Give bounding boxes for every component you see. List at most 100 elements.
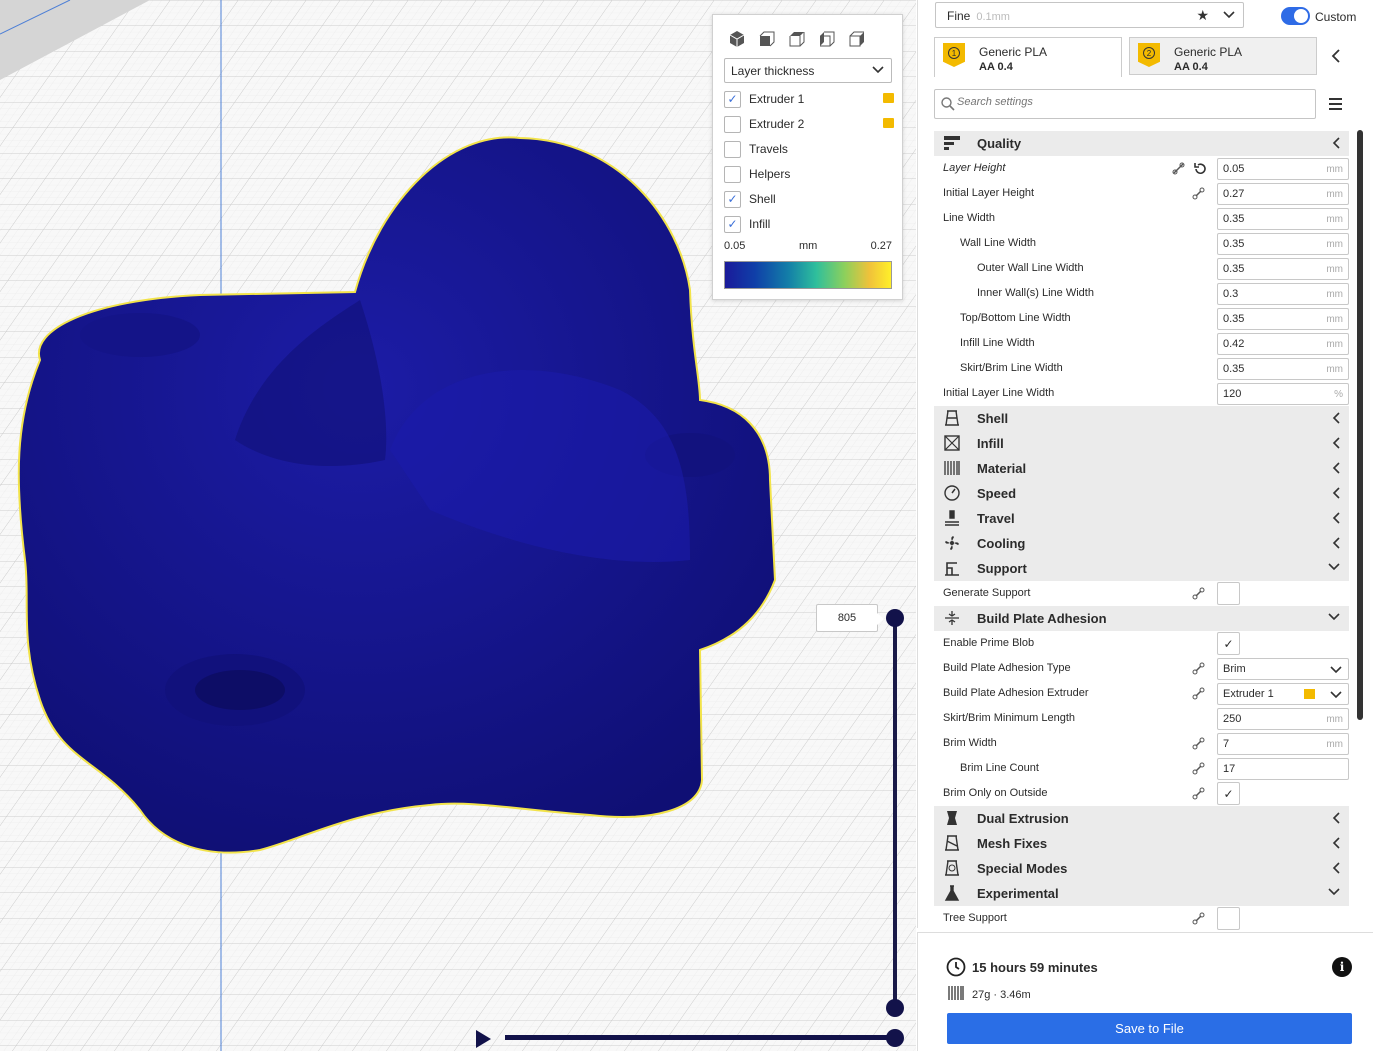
- color-scheme-dropdown[interactable]: Layer thickness: [724, 58, 892, 83]
- reset-icon[interactable]: [1193, 162, 1207, 176]
- legend-item-shell[interactable]: ✓ Shell: [724, 189, 894, 209]
- layer-slider-track[interactable]: [893, 617, 897, 1009]
- top-view-icon[interactable]: [787, 29, 807, 49]
- initial-layer-line-width-input[interactable]: 120%: [1217, 383, 1349, 405]
- category-build-plate-adhesion[interactable]: Build Plate Adhesion: [934, 606, 1349, 631]
- chevron-left-icon: [1332, 137, 1340, 149]
- category-special-modes[interactable]: Special Modes: [934, 856, 1349, 881]
- infill-line-width-input[interactable]: 0.42 mm: [1217, 333, 1349, 355]
- search-settings-field[interactable]: [934, 89, 1316, 119]
- category-mesh-fixes[interactable]: Mesh Fixes: [934, 831, 1349, 856]
- brim-line-count-input[interactable]: 17: [1217, 758, 1349, 780]
- category-material[interactable]: Material: [934, 456, 1349, 481]
- legend-item-extruder-2[interactable]: Extruder 2: [724, 114, 894, 134]
- prime-blob-checkbox[interactable]: ✓: [1217, 632, 1240, 655]
- tree-support-checkbox[interactable]: [1217, 907, 1240, 930]
- helpers-checkbox[interactable]: [724, 165, 741, 183]
- extruder-2-tab[interactable]: 2 Generic PLA AA 0.4: [1129, 37, 1317, 75]
- layer-slider-lower-handle[interactable]: [886, 999, 904, 1017]
- setting-label: Brim Only on Outside: [943, 787, 1048, 799]
- custom-mode-toggle[interactable]: [1281, 7, 1310, 25]
- setting-label: Skirt/Brim Line Width: [960, 362, 1063, 374]
- shell-checkbox[interactable]: ✓: [724, 190, 741, 208]
- top-bottom-line-width-input[interactable]: 0.35 mm: [1217, 308, 1349, 330]
- save-to-file-button[interactable]: Save to File: [947, 1013, 1352, 1044]
- setting-label: Wall Line Width: [960, 237, 1037, 249]
- category-shell[interactable]: Shell: [934, 406, 1349, 431]
- legend-label: Infill: [749, 217, 771, 231]
- category-experimental[interactable]: Experimental: [934, 881, 1349, 906]
- print-time-estimate: 15 hours 59 minutes: [972, 960, 1098, 975]
- outer-wall-line-width-input[interactable]: 0.35 mm: [1217, 258, 1349, 280]
- mesh-fixes-icon: [945, 835, 959, 851]
- category-title: Speed: [977, 486, 1017, 501]
- category-travel[interactable]: Travel: [934, 506, 1349, 531]
- link-icon: [1192, 187, 1205, 200]
- layer-number-field[interactable]: 805: [816, 604, 884, 632]
- adhesion-extruder-dropdown[interactable]: Extruder 1: [1217, 683, 1349, 705]
- right-view-icon[interactable]: [847, 29, 867, 49]
- generate-support-checkbox[interactable]: [1217, 582, 1240, 605]
- settings-scrollbar[interactable]: [1357, 130, 1363, 720]
- profile-name: Fine: [947, 9, 971, 23]
- category-support[interactable]: Support: [934, 556, 1349, 581]
- link-icon: [1192, 912, 1205, 925]
- layer-height-input[interactable]: 0.05 mm: [1217, 158, 1349, 180]
- profile-dropdown[interactable]: Fine 0.1mm ★: [935, 2, 1244, 28]
- legend-label: Travels: [749, 142, 788, 156]
- path-slider-track[interactable]: [505, 1035, 895, 1040]
- search-input[interactable]: [957, 96, 1287, 108]
- collapse-panel-chevron-icon[interactable]: [1331, 49, 1341, 63]
- chevron-left-icon: [1332, 512, 1340, 524]
- settings-menu-icon[interactable]: [1329, 98, 1342, 113]
- inner-wall-line-width-input[interactable]: 0.3 mm: [1217, 283, 1349, 305]
- legend-item-helpers[interactable]: Helpers: [724, 164, 894, 184]
- 3d-viewport[interactable]: Layer thickness ✓ Extruder 1 Extruder 2 …: [0, 0, 916, 1051]
- chevron-down-icon: [1330, 666, 1342, 674]
- star-icon[interactable]: ★: [1196, 7, 1209, 24]
- legend-item-extruder-1[interactable]: ✓ Extruder 1: [724, 89, 894, 109]
- wall-line-width-input[interactable]: 0.35 mm: [1217, 233, 1349, 255]
- info-icon[interactable]: i: [1332, 957, 1352, 977]
- infill-checkbox[interactable]: ✓: [724, 215, 741, 233]
- brim-width-input[interactable]: 7 mm: [1217, 733, 1349, 755]
- layer-slider-upper-handle[interactable]: [886, 609, 904, 627]
- category-dual-extrusion[interactable]: Dual Extrusion: [934, 806, 1349, 831]
- play-icon[interactable]: [476, 1030, 491, 1048]
- extruder-1-tab[interactable]: 1 Generic PLA AA 0.4: [934, 37, 1122, 77]
- travels-checkbox[interactable]: [724, 140, 741, 158]
- dual-extrusion-icon: [947, 811, 957, 825]
- speed-icon: [944, 485, 960, 501]
- flask-icon: [944, 885, 960, 901]
- extruder-2-checkbox[interactable]: [724, 115, 741, 133]
- brim-only-outside-checkbox[interactable]: ✓: [1217, 782, 1240, 805]
- category-title: Build Plate Adhesion: [977, 611, 1107, 626]
- left-view-icon[interactable]: [817, 29, 837, 49]
- extruder-1-badge-icon: 1: [943, 43, 965, 67]
- chevron-down-icon: [1223, 11, 1235, 19]
- category-infill[interactable]: Infill: [934, 431, 1349, 456]
- adhesion-type-dropdown[interactable]: Brim: [1217, 658, 1349, 680]
- setting-label: Enable Prime Blob: [943, 637, 1035, 649]
- category-quality[interactable]: Quality: [934, 131, 1349, 156]
- category-title: Special Modes: [977, 861, 1068, 876]
- path-slider-handle[interactable]: [886, 1029, 904, 1047]
- chevron-down-icon: [1328, 888, 1340, 896]
- front-view-icon[interactable]: [757, 29, 777, 49]
- setting-adhesion-type: Build Plate Adhesion Type Brim: [934, 656, 1349, 681]
- category-speed[interactable]: Speed: [934, 481, 1349, 506]
- setting-infill-line-width: Infill Line Width 0.42 mm: [934, 331, 1349, 356]
- initial-layer-height-input[interactable]: 0.27 mm: [1217, 183, 1349, 205]
- line-width-input[interactable]: 0.35 mm: [1217, 208, 1349, 230]
- material-icon: [944, 461, 960, 475]
- legend-item-travels[interactable]: Travels: [724, 139, 894, 159]
- extruder-1-checkbox[interactable]: ✓: [724, 90, 741, 108]
- setting-enable-prime-blob: Enable Prime Blob ✓: [934, 631, 1349, 656]
- legend-item-infill[interactable]: ✓ Infill: [724, 214, 894, 234]
- skirt-brim-min-length-input[interactable]: 250 mm: [1217, 708, 1349, 730]
- 3d-view-icon[interactable]: [727, 29, 747, 49]
- skirt-brim-line-width-input[interactable]: 0.35 mm: [1217, 358, 1349, 380]
- category-cooling[interactable]: Cooling: [934, 531, 1349, 556]
- category-title: Infill: [977, 436, 1004, 451]
- extruder-2-badge-icon: 2: [1138, 43, 1160, 67]
